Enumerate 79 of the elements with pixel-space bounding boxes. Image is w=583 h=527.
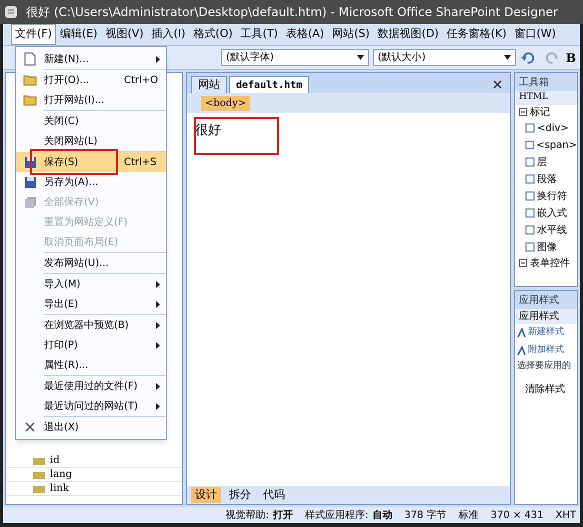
collapse-icon[interactable]	[519, 259, 527, 267]
style-link[interactable]: 新建样式	[528, 326, 564, 340]
status-text: 378 字节	[404, 508, 447, 522]
style-link[interactable]: 附加样式	[528, 344, 564, 358]
tag-breadcrumb[interactable]: <body>	[201, 96, 250, 110]
size-dropdown[interactable]: (默认大小)	[372, 49, 516, 66]
attribute-name: link	[50, 482, 69, 496]
window-title: 很好 (C:\Users\Administrator\Desktop\default.htm) - Microsoft Office SharePoint Designer	[26, 4, 558, 21]
page-icon	[24, 52, 36, 66]
menu-item[interactable]: 视图(V)	[101, 24, 148, 45]
panel-title: 应用样式	[515, 291, 577, 309]
attribute-icon	[32, 456, 46, 466]
menu-entry[interactable]: 属性(R)...	[16, 355, 166, 375]
toolbox-item[interactable]: 层	[537, 154, 547, 170]
toolbox-item[interactable]: 图像	[537, 240, 557, 254]
close-icon[interactable]	[493, 80, 502, 89]
toolbox-item[interactable]: <div>	[537, 120, 569, 136]
page-text: 很好	[195, 122, 221, 140]
menu-item[interactable]: 任务窗格(K)	[442, 24, 511, 45]
close-icon	[24, 421, 36, 433]
menu-entry[interactable]: 打开(O)... Ctrl+O	[16, 70, 166, 90]
menu-item[interactable]: 编辑(E)	[56, 24, 102, 45]
menu-item[interactable]: 网站(S)	[328, 24, 374, 45]
menu-entry[interactable]: 关闭网站(L)	[16, 131, 166, 151]
toolbox-item[interactable]: 段落	[537, 172, 557, 186]
menu-item[interactable]: 表格(A)	[282, 24, 328, 45]
menu-item[interactable]: 数据视图(D)	[374, 24, 443, 45]
status-text: 视觉帮助: 打开	[226, 508, 293, 522]
toolbox-item[interactable]: 换行符	[537, 188, 567, 204]
menu-entry[interactable]: 最近使用过的文件(F)	[16, 376, 166, 396]
menu-entry[interactable]: 打印(P)	[16, 335, 166, 355]
styles-prompt: 选择要应用的	[516, 360, 572, 373]
menu-entry[interactable]: 导出(E)	[16, 294, 166, 314]
menu-entry[interactable]: 最近访问过的网站(T)	[16, 396, 166, 416]
view-tab[interactable]: 代码	[259, 486, 289, 504]
view-tab[interactable]: 设计	[191, 486, 221, 504]
status-text: XHT	[556, 508, 576, 522]
menu-item[interactable]: 插入(I)	[148, 24, 190, 45]
toolbox-item[interactable]: 水平线	[537, 222, 567, 238]
attribute-icon	[32, 470, 46, 480]
menu-entry[interactable]: 退出(X)	[16, 417, 166, 437]
menu-entry[interactable]: 关闭(C)	[16, 111, 166, 131]
attribute-name: lang	[50, 468, 72, 482]
document-tab[interactable]: 网站	[191, 76, 227, 93]
panel-tab[interactable]: 应用样式	[515, 309, 577, 324]
attribute-name: id	[50, 454, 60, 468]
dropdown-arrow-icon	[504, 55, 511, 60]
menu-entry[interactable]: 保存(S) Ctrl+S	[16, 152, 166, 172]
disks-icon	[24, 196, 36, 208]
font-dropdown[interactable]: (默认字体)	[221, 49, 369, 66]
tree-node[interactable]: 标记	[530, 104, 550, 120]
folder-icon	[23, 74, 37, 86]
menu-item[interactable]: 工具(T)	[236, 24, 282, 45]
menu-entry[interactable]: 另存为(A)...	[16, 172, 166, 192]
toolbox-item[interactable]: 嵌入式	[537, 206, 567, 220]
menu-entry[interactable]: 打开网站(I)...	[16, 90, 166, 110]
menu-item[interactable]: 文件(F)	[11, 24, 56, 45]
menu-entry[interactable]: 发布网站(U)...	[16, 253, 166, 273]
folder-icon	[23, 94, 37, 106]
group-header: HTML	[515, 91, 577, 104]
menu-item[interactable]: 窗口(W)	[510, 24, 560, 45]
view-tab[interactable]: 拆分	[225, 486, 255, 504]
attribute-icon	[32, 484, 46, 494]
toolbox-item[interactable]: <span>	[536, 138, 577, 152]
app-icon	[4, 5, 18, 19]
clear-styles-item[interactable]: 清除样式	[515, 374, 577, 396]
menu-entry[interactable]: 导入(M)	[16, 274, 166, 294]
panel-title: 工具箱	[515, 73, 577, 91]
menu-item[interactable]: 格式(O)	[189, 24, 237, 45]
menu-entry[interactable]: 在浏览器中预览(B)	[16, 315, 166, 335]
document-tab[interactable]: default.htm	[229, 76, 310, 93]
tree-node[interactable]: 表单控件	[530, 256, 570, 270]
status-text: 样式应用程序: 自动	[304, 508, 392, 522]
collapse-icon[interactable]	[519, 108, 527, 116]
menu-entry[interactable]: 新建(N)...	[16, 49, 166, 69]
bold-button[interactable]: B	[566, 48, 576, 66]
dropdown-arrow-icon	[356, 55, 364, 60]
status-text: 370 × 431	[490, 508, 544, 522]
status-text: 标准	[458, 508, 479, 522]
